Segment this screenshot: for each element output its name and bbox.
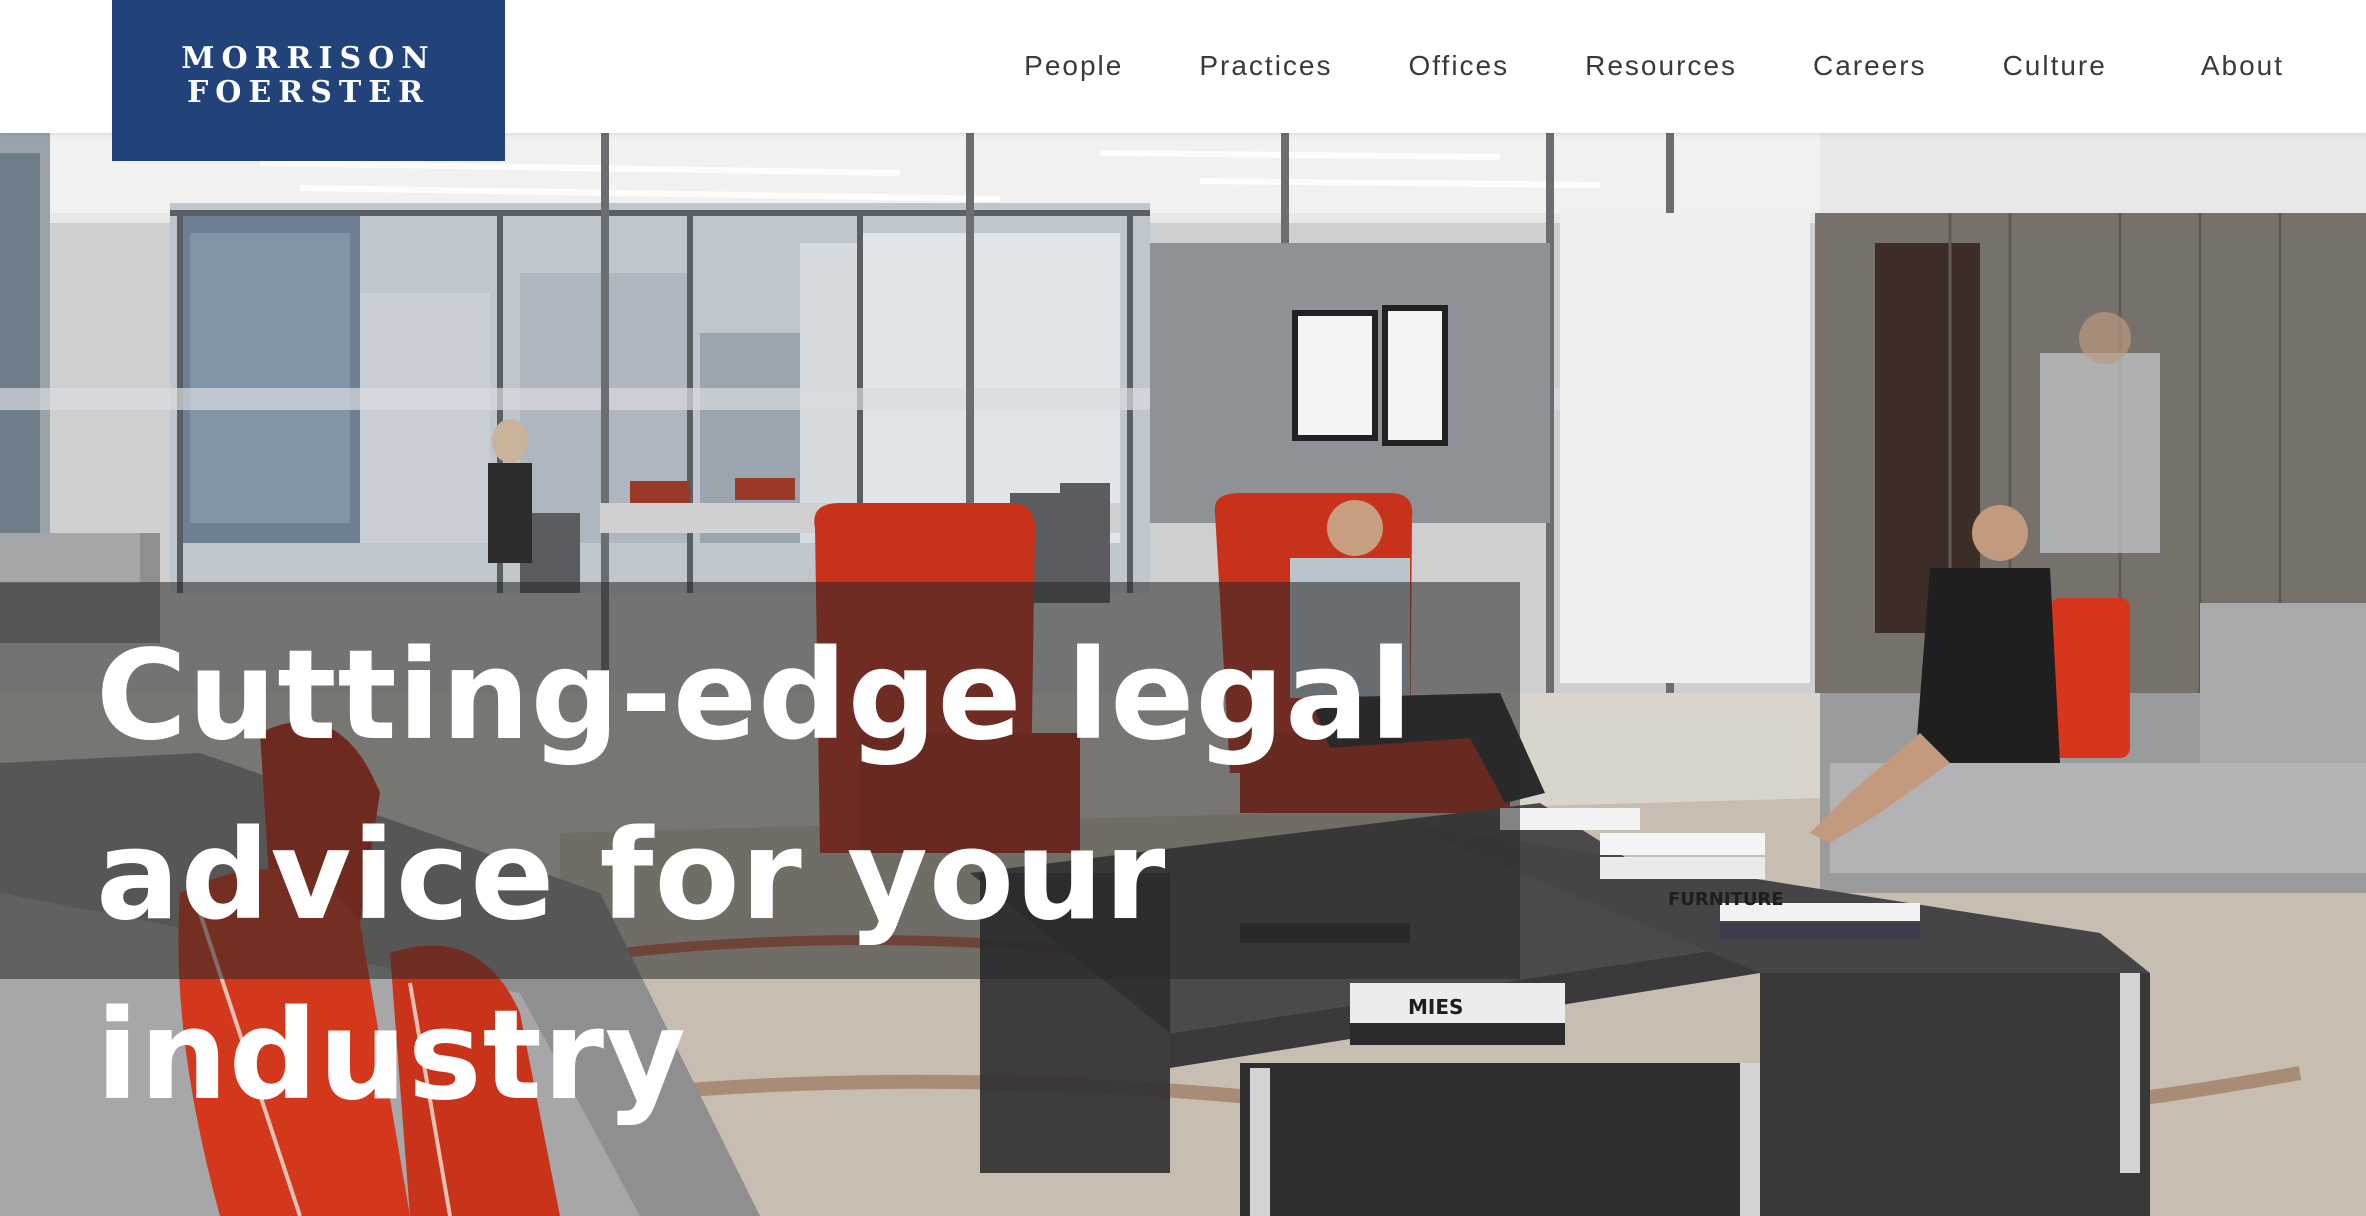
nav-item-about[interactable]: About bbox=[2201, 50, 2284, 82]
nav-item-practices[interactable]: Practices bbox=[1199, 50, 1332, 82]
hero-headline-line1: Cutting-edge legal bbox=[96, 624, 1414, 768]
nav-item-culture[interactable]: Culture bbox=[2003, 50, 2107, 82]
nav-item-people[interactable]: People bbox=[1024, 50, 1123, 82]
nav-item-offices[interactable]: Offices bbox=[1409, 50, 1510, 82]
brand-logo[interactable]: MORRISON FOERSTER bbox=[112, 0, 505, 161]
nav-item-careers[interactable]: Careers bbox=[1813, 50, 1927, 82]
main-nav: People Practices Offices Resources Caree… bbox=[1024, 42, 2284, 90]
book-label-furniture: FURNITURE bbox=[1668, 889, 1784, 910]
logo-text-line1: MORRISON bbox=[181, 40, 436, 76]
hero-headline-line2: advice for your industry bbox=[96, 804, 1167, 1128]
nav-item-resources[interactable]: Resources bbox=[1585, 50, 1737, 82]
logo-text-line2: FOERSTER bbox=[186, 74, 431, 110]
hero-headline: Cutting-edge legal advice for your indus… bbox=[96, 606, 1596, 1146]
